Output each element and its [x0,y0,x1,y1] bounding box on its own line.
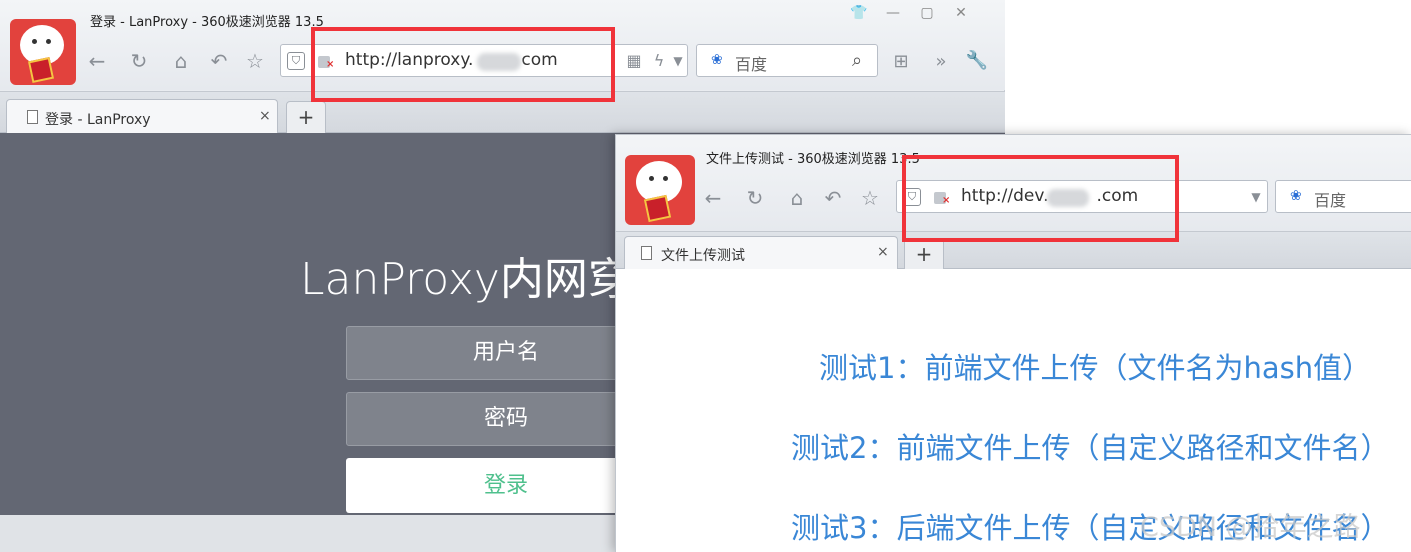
back-icon[interactable]: ← [84,48,110,74]
search-box[interactable]: ❀ 百度 [1275,180,1411,213]
new-tab-button[interactable]: + [286,101,326,134]
skin-icon[interactable]: 👕 [842,2,876,24]
baidu-icon: ❀ [711,52,723,68]
back-icon[interactable]: ← [700,185,726,211]
search-icon[interactable]: ⌕ [852,50,862,71]
shield-icon[interactable]: ⛉ [287,52,305,70]
search-engine-label: 百度 [1314,191,1347,210]
screenshot-stage: 登录 - LanProxy - 360极速浏览器 13.5 👕 — ▢ ✕ ← … [0,0,1411,552]
search-engine-label: 百度 [735,55,768,74]
browser-logo-icon [10,19,76,85]
window-title: 登录 - LanProxy - 360极速浏览器 13.5 [90,15,324,30]
window-title: 文件上传测试 - 360极速浏览器 13.5 [706,152,920,167]
search-box[interactable]: ❀ 百度 ⌕ [696,44,878,77]
page-icon [27,110,38,124]
wrench-icon[interactable]: 🔧 [964,48,990,74]
address-highlight-1 [311,27,615,102]
extensions-icon[interactable]: ⊞ [888,49,914,75]
tab-upload-test[interactable]: 文件上传测试 × [624,236,898,270]
tab-close-icon[interactable]: × [877,244,889,260]
tab-close-icon[interactable]: × [259,108,271,124]
address-highlight-2 [902,155,1179,242]
new-tab-button[interactable]: + [904,238,944,270]
home-icon[interactable]: ⌂ [784,185,810,211]
browser-logo-icon [625,155,695,225]
qr-code-icon[interactable]: ▦ [621,48,647,74]
test-link-1[interactable]: 测试1：前端文件上传（文件名为hash值） [819,345,1371,387]
window-controls: 👕 — ▢ ✕ [842,2,978,24]
maximize-button[interactable]: ▢ [910,2,944,24]
page-icon [641,246,652,260]
undo-icon[interactable]: ↶ [206,48,232,74]
tab-label: 文件上传测试 [661,248,745,264]
watermark: CSDN @拾年之路 [1140,512,1361,543]
undo-icon[interactable]: ↶ [820,185,846,211]
star-icon[interactable]: ☆ [857,185,883,211]
dropdown-icon[interactable]: ▼ [665,48,691,74]
tab-login[interactable]: 登录 - LanProxy × [6,99,278,134]
baidu-icon: ❀ [1290,188,1302,204]
close-window-button[interactable]: ✕ [944,2,978,24]
more-icon[interactable]: » [928,49,954,75]
tab-label: 登录 - LanProxy [45,112,151,128]
star-icon[interactable]: ☆ [242,48,268,74]
page-title: LanProxy内网穿 [300,254,632,305]
refresh-icon[interactable]: ↻ [126,48,152,74]
minimize-button[interactable]: — [876,2,910,24]
refresh-icon[interactable]: ↻ [742,185,768,211]
home-icon[interactable]: ⌂ [168,48,194,74]
dropdown-icon[interactable]: ▼ [1243,184,1269,210]
test-link-2[interactable]: 测试2：前端文件上传（自定义路径和文件名） [791,425,1389,467]
